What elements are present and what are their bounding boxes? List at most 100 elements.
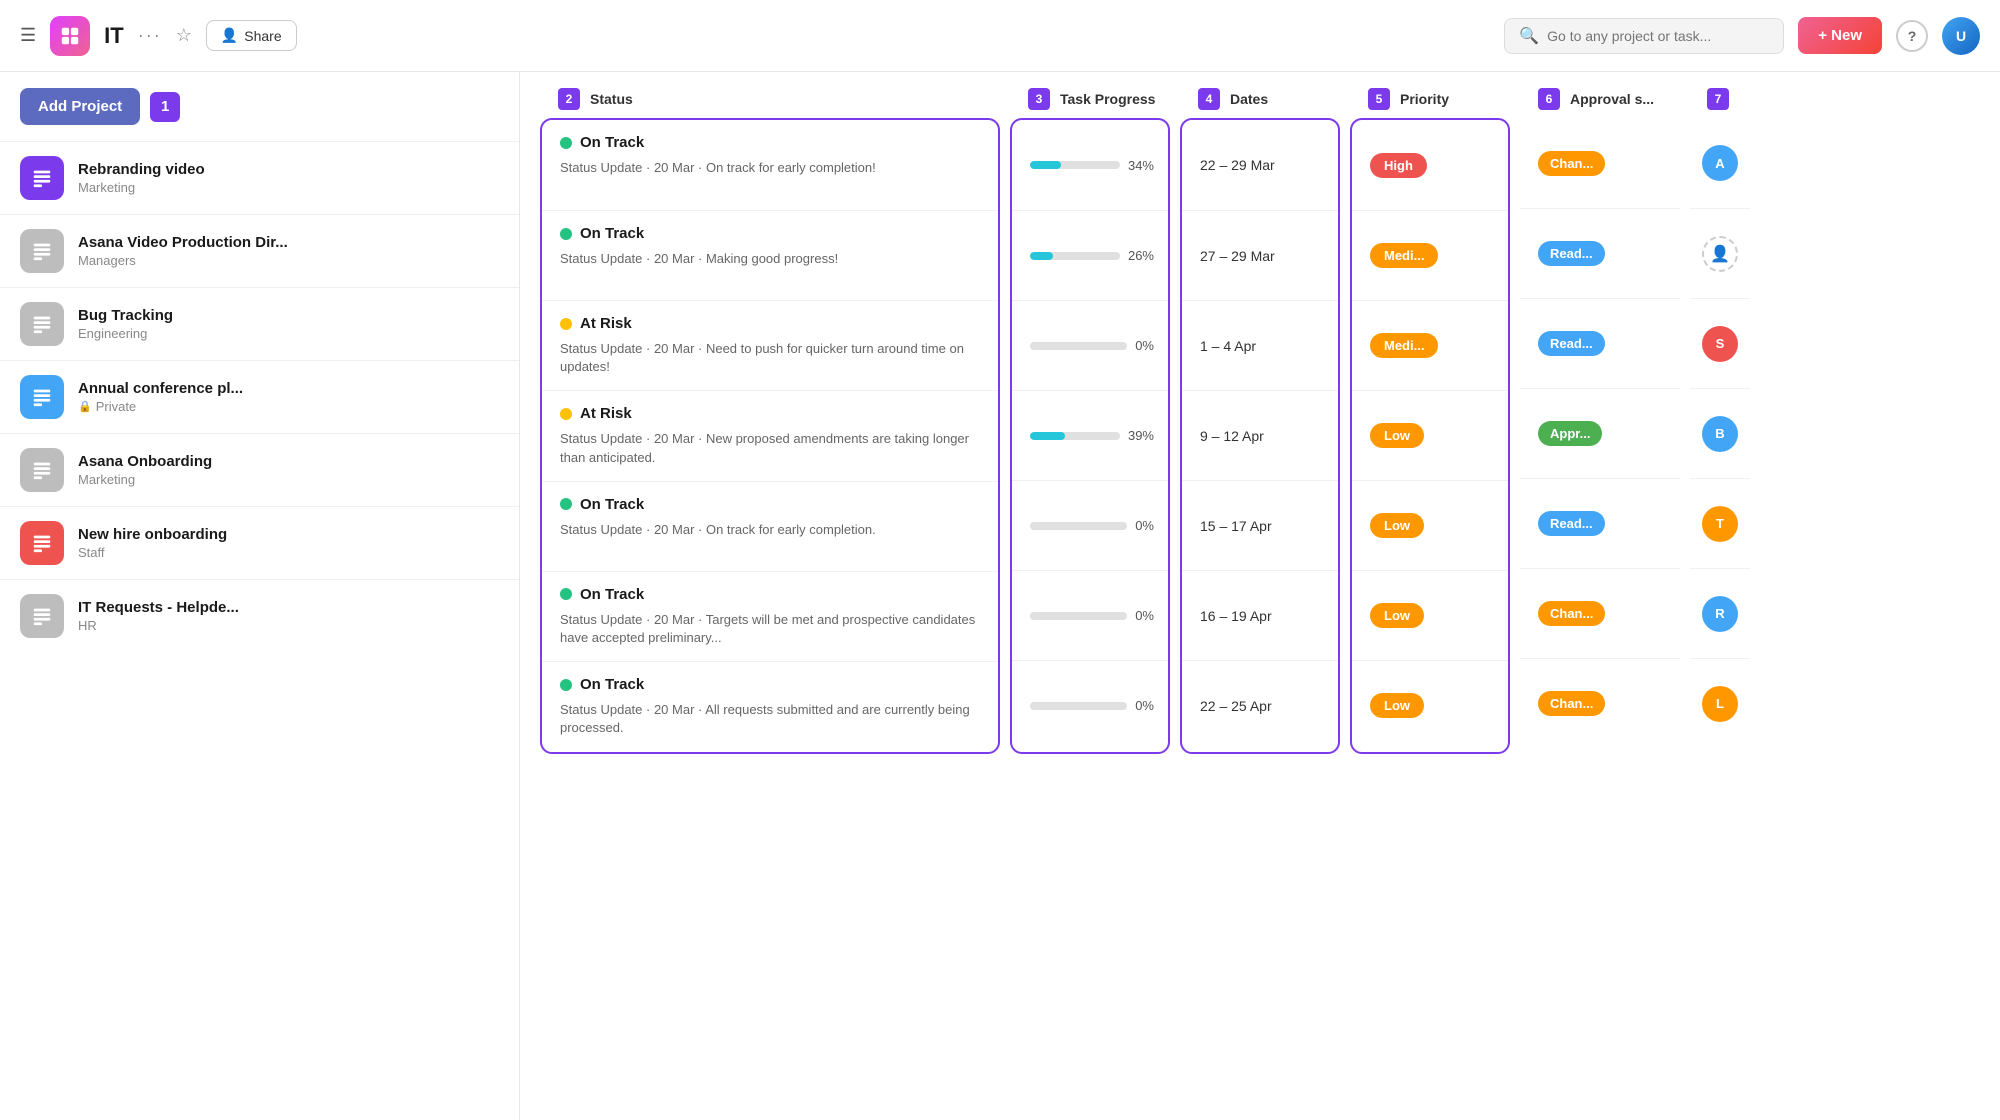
- project-info: Asana Onboarding Marketing: [78, 453, 212, 487]
- progress-bar: [1030, 432, 1120, 440]
- col7-header: 7: [1690, 88, 1750, 110]
- sidebar-item-rebranding[interactable]: Rebranding video Marketing: [0, 141, 519, 214]
- data-table: On Track Status Update · 20 Mar · On tra…: [540, 118, 1980, 754]
- new-button[interactable]: + New: [1798, 17, 1882, 54]
- progress-cell: 34%: [1012, 120, 1170, 210]
- date-cell: 1 – 4 Apr: [1182, 300, 1340, 390]
- sidebar-top: Add Project 1: [0, 88, 519, 141]
- avatar[interactable]: R: [1702, 596, 1738, 632]
- status-update-text: Status Update · 20 Mar · Need to push fo…: [560, 340, 984, 376]
- page-title: IT: [104, 23, 124, 49]
- status-col-badge: 2: [558, 88, 580, 110]
- approval-badge[interactable]: Appr...: [1538, 421, 1602, 446]
- approval-cell: Chan...: [1520, 118, 1680, 208]
- more-options-icon[interactable]: ···: [138, 25, 162, 46]
- approval-badge[interactable]: Read...: [1538, 331, 1605, 356]
- project-icon: [20, 594, 64, 638]
- approval-badge[interactable]: Chan...: [1538, 601, 1605, 626]
- favorite-icon[interactable]: ☆: [176, 25, 192, 46]
- status-indicator: On Track: [560, 676, 644, 693]
- priority-cell: High: [1352, 120, 1510, 210]
- approval-badge[interactable]: Read...: [1538, 511, 1605, 536]
- approval-badge[interactable]: Chan...: [1538, 691, 1605, 716]
- status-col-label: Status: [590, 91, 633, 107]
- user-avatar[interactable]: U: [1942, 17, 1980, 55]
- priority-column: High Medi... Medi... Low Low Low Low: [1350, 118, 1510, 754]
- help-button[interactable]: ?: [1896, 20, 1928, 52]
- priority-badge[interactable]: Low: [1370, 423, 1424, 448]
- project-name: Asana Onboarding: [78, 453, 212, 470]
- date-range: 22 – 25 Apr: [1200, 698, 1272, 714]
- avatar[interactable]: S: [1702, 326, 1738, 362]
- priority-col-badge: 5: [1368, 88, 1390, 110]
- priority-badge[interactable]: Low: [1370, 693, 1424, 718]
- status-indicator: On Track: [560, 225, 644, 242]
- progress-cell: 0%: [1012, 300, 1170, 390]
- priority-badge[interactable]: Low: [1370, 603, 1424, 628]
- priority-badge[interactable]: Medi...: [1370, 243, 1438, 268]
- sidebar-item-new-hire[interactable]: New hire onboarding Staff: [0, 506, 519, 579]
- sidebar-item-asana-video[interactable]: Asana Video Production Dir... Managers: [0, 214, 519, 287]
- approval-col-label: Approval s...: [1570, 91, 1654, 107]
- approval-badge[interactable]: Chan...: [1538, 151, 1605, 176]
- sidebar-item-it-requests[interactable]: IT Requests - Helpde... HR: [0, 579, 519, 652]
- col7-badge: 7: [1707, 88, 1729, 110]
- sidebar-item-bug-tracking[interactable]: Bug Tracking Engineering: [0, 287, 519, 360]
- help-label: ?: [1908, 28, 1917, 44]
- status-label: On Track: [580, 225, 644, 242]
- assignee-cell: R: [1690, 568, 1750, 658]
- approval-column: Chan... Read... Read... Appr... Read... Chan.…: [1520, 118, 1680, 754]
- status-dot: [560, 137, 572, 149]
- status-label: On Track: [580, 676, 644, 693]
- project-icon: [20, 375, 64, 419]
- status-indicator: On Track: [560, 496, 644, 513]
- status-update-text: Status Update · 20 Mar · Making good pro…: [560, 250, 838, 268]
- share-label: Share: [244, 28, 281, 44]
- avatar[interactable]: T: [1702, 506, 1738, 542]
- project-name: Annual conference pl...: [78, 380, 243, 397]
- status-update-text: Status Update · 20 Mar · New proposed am…: [560, 430, 984, 466]
- approval-cell: Read...: [1520, 208, 1680, 298]
- main-layout: Add Project 1 Rebranding video Marketing…: [0, 72, 2000, 1120]
- dates-column: 22 – 29 Mar27 – 29 Mar1 – 4 Apr9 – 12 Ap…: [1180, 118, 1340, 754]
- date-cell: 27 – 29 Mar: [1182, 210, 1340, 300]
- avatar[interactable]: A: [1702, 145, 1738, 181]
- approval-badge[interactable]: Read...: [1538, 241, 1605, 266]
- progress-pct: 0%: [1135, 338, 1154, 353]
- status-update-text: Status Update · 20 Mar · Targets will be…: [560, 611, 984, 647]
- progress-cell: 0%: [1012, 660, 1170, 750]
- date-cell: 9 – 12 Apr: [1182, 390, 1340, 480]
- status-column: On Track Status Update · 20 Mar · On tra…: [540, 118, 1000, 754]
- assignee-cell: T: [1690, 478, 1750, 568]
- priority-badge[interactable]: Low: [1370, 513, 1424, 538]
- status-cell: On Track Status Update · 20 Mar · All re…: [542, 661, 1000, 751]
- project-sub: Engineering: [78, 326, 173, 341]
- dates-col-badge: 4: [1198, 88, 1220, 110]
- status-update-text: Status Update · 20 Mar · On track for ea…: [560, 521, 876, 539]
- status-indicator: At Risk: [560, 405, 632, 422]
- priority-badge[interactable]: Medi...: [1370, 333, 1438, 358]
- priority-badge[interactable]: High: [1370, 153, 1427, 178]
- date-range: 16 – 19 Apr: [1200, 608, 1272, 624]
- project-info: IT Requests - Helpde... HR: [78, 599, 239, 633]
- project-info: Rebranding video Marketing: [78, 161, 205, 195]
- share-button[interactable]: 👤 Share: [206, 20, 297, 51]
- priority-cell: Low: [1352, 570, 1510, 660]
- search-input[interactable]: [1547, 28, 1769, 44]
- status-cell: On Track Status Update · 20 Mar · Target…: [542, 571, 1000, 661]
- date-cell: 22 – 29 Mar: [1182, 120, 1340, 210]
- status-label: At Risk: [580, 315, 632, 332]
- hamburger-icon[interactable]: ☰: [20, 25, 36, 46]
- add-project-button[interactable]: Add Project: [20, 88, 140, 125]
- approval-cell: Read...: [1520, 298, 1680, 388]
- task-progress-header: 3 Task Progress: [1010, 88, 1170, 110]
- avatar-placeholder[interactable]: 👤: [1702, 236, 1738, 272]
- dates-header: 4 Dates: [1180, 88, 1340, 110]
- progress-pct: 0%: [1135, 698, 1154, 713]
- sidebar: Add Project 1 Rebranding video Marketing…: [0, 72, 520, 1120]
- avatar[interactable]: L: [1702, 686, 1738, 722]
- avatar[interactable]: B: [1702, 416, 1738, 452]
- project-sub: Managers: [78, 253, 288, 268]
- sidebar-item-asana-onboarding[interactable]: Asana Onboarding Marketing: [0, 433, 519, 506]
- sidebar-item-annual-conf[interactable]: Annual conference pl... 🔒Private: [0, 360, 519, 433]
